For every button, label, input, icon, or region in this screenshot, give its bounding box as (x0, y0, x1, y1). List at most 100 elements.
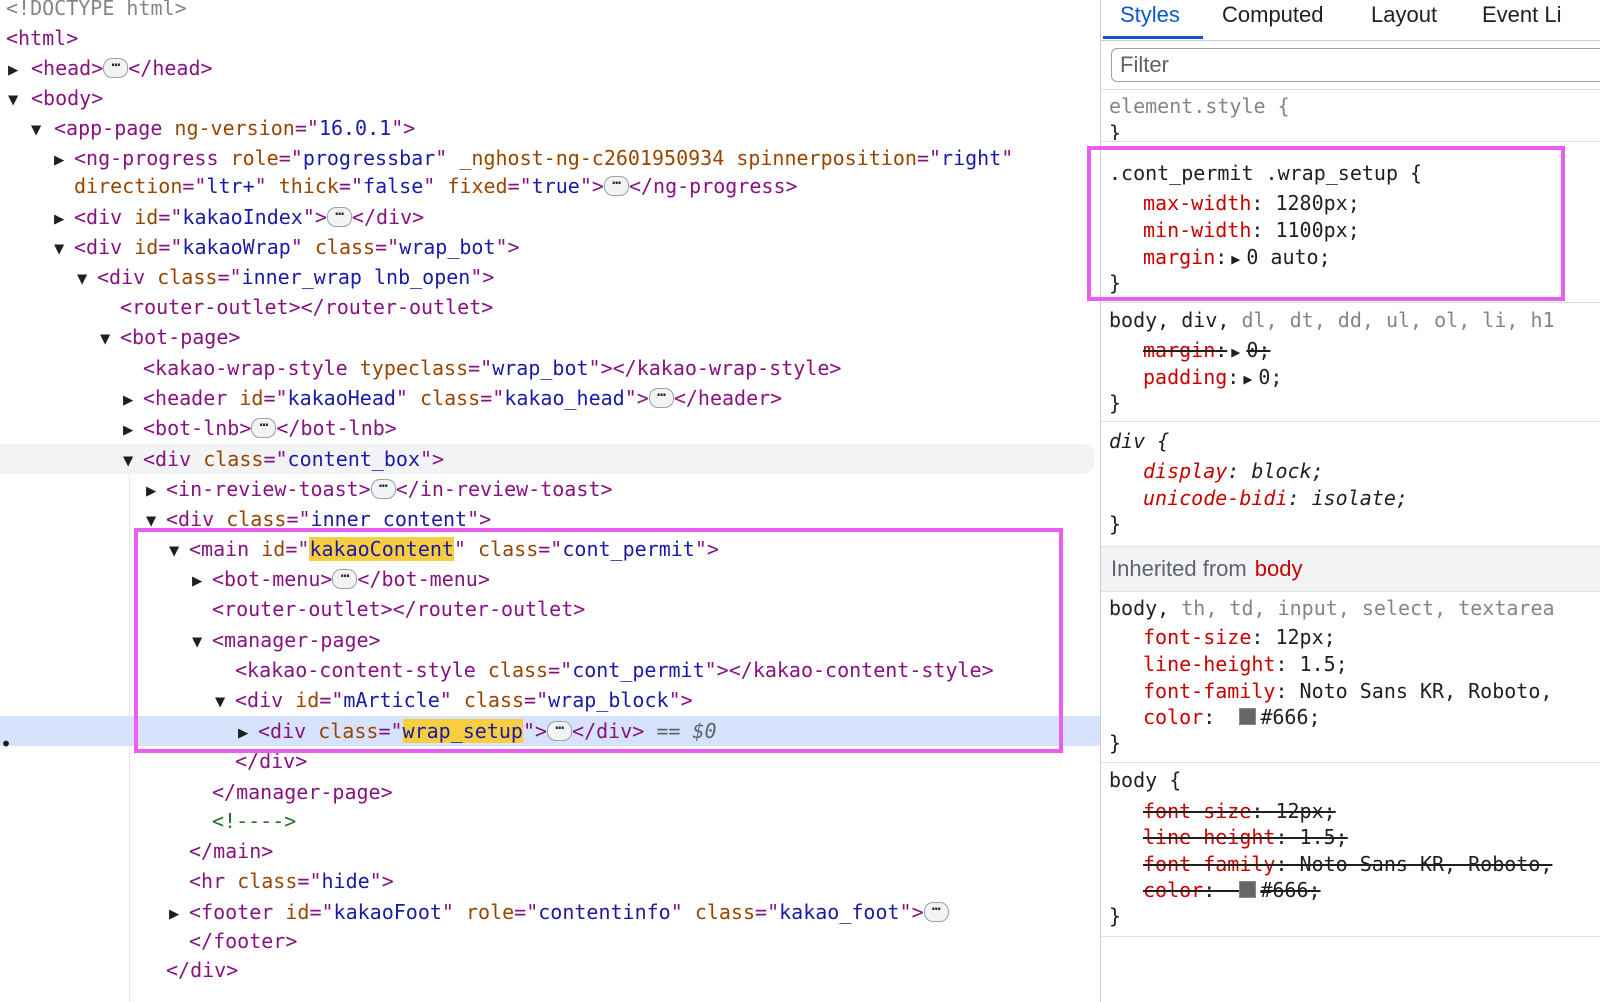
color-swatch-icon[interactable] (1239, 881, 1257, 898)
prop-display[interactable]: display: block; (1109, 458, 1324, 484)
collapse-triangle-icon[interactable]: ▼ (123, 446, 143, 476)
prop-font-family[interactable]: font-family: Noto Sans KR, Roboto, (1109, 678, 1552, 704)
prop-value[interactable]: 12px; (1275, 625, 1335, 649)
collapsed-ellipsis-icon[interactable]: ⋯ (370, 478, 396, 499)
rule-cont-permit-selector[interactable]: .cont_permit .wrap_setup { (1109, 160, 1422, 186)
tree-row-kakao-content-style[interactable]: <kakao-content-style class="cont_permit"… (0, 655, 1100, 685)
tree-row-kakao-wrap[interactable]: ▼ <div id="kakaoWrap" class="wrap_bot"> (0, 232, 1100, 262)
rule-body-inputs-selector[interactable]: body, th, td, input, select, textarea (1109, 595, 1555, 621)
collapse-triangle-icon[interactable]: ▼ (31, 115, 54, 145)
prop-font-size[interactable]: font-size: 12px; (1109, 624, 1336, 650)
tree-row-bot-menu[interactable]: ▶ <bot-menu> ⋯ </bot-menu> (0, 564, 1100, 594)
tree-row-close-footer[interactable]: </footer> (0, 926, 1100, 956)
prop-margin[interactable]: margin: ▶ 0 auto; (1109, 244, 1331, 270)
prop-margin-overridden[interactable]: margin: ▶ 0; (1109, 337, 1270, 363)
tree-row-bot-page[interactable]: ▼ <bot-page> (0, 322, 1100, 352)
prop-value[interactable]: Noto Sans KR, Roboto, (1300, 852, 1553, 876)
prop-value[interactable]: 1.5; (1300, 825, 1348, 849)
tree-row-comment[interactable]: <!----> (0, 806, 1100, 836)
tree-row-in-review-toast[interactable]: ▶ <in-review-toast> ⋯ </in-review-toast> (0, 474, 1100, 504)
tree-row-doctype[interactable]: <!DOCTYPE html> (0, 0, 1100, 23)
inherited-element-link[interactable]: body (1255, 556, 1303, 581)
prop-padding[interactable]: padding: ▶ 0; (1109, 364, 1282, 390)
expand-triangle-icon[interactable]: ▶ (192, 566, 212, 596)
expand-triangle-icon[interactable]: ▶ (238, 718, 258, 748)
expand-shorthand-icon[interactable]: ▶ (1243, 366, 1252, 392)
prop-value[interactable]: 1.5; (1300, 652, 1348, 676)
tree-row-ng-progress[interactable]: ▶ <ng-progress role="progressbar" _nghost… (0, 143, 1100, 173)
tree-row-inner-wrap[interactable]: ▼ <div class="inner_wrap lnb_open"> (0, 262, 1100, 292)
tree-row-router-outlet[interactable]: <router-outlet></router-outlet> (0, 292, 1100, 322)
collapse-triangle-icon[interactable]: ▼ (192, 627, 212, 657)
prop-value[interactable]: Noto Sans KR, Roboto, (1300, 679, 1553, 703)
tree-row-ng-progress-cont[interactable]: direction="ltr+" thick="false" fixed="tr… (0, 171, 1100, 201)
tree-row-close-div-2[interactable]: </div> (0, 955, 1100, 985)
expand-triangle-icon[interactable]: ▶ (54, 204, 74, 234)
prop-font-size-overridden[interactable]: font-size: 12px; (1109, 798, 1336, 824)
expand-triangle-icon[interactable]: ▶ (169, 899, 189, 929)
prop-unicode-bidi[interactable]: unicode-bidi: isolate; (1109, 485, 1408, 511)
collapsed-ellipsis-icon[interactable]: ⋯ (332, 568, 358, 589)
prop-value[interactable]: 1100px; (1275, 218, 1359, 242)
prop-line-height-overridden[interactable]: line-height: 1.5; (1109, 824, 1348, 850)
tree-row-head[interactable]: ▶ <head> ⋯ </head> (0, 53, 1100, 83)
tree-row-app-page[interactable]: ▼ <app-page ng-version="16.0.1"> (0, 113, 1100, 143)
collapsed-ellipsis-icon[interactable]: ⋯ (326, 206, 352, 227)
tree-row-close-main[interactable]: </main> (0, 836, 1100, 866)
expand-shorthand-icon[interactable]: ▶ (1231, 246, 1240, 272)
tree-row-content-box[interactable]: ▼ <div class="content_box"> (0, 444, 1094, 474)
collapse-triangle-icon[interactable]: ▼ (8, 85, 31, 115)
tree-row-wrap-setup-selected[interactable]: ▶ <div class="wrap_setup"> ⋯ </div> == $0 (0, 716, 1100, 746)
tree-row-hr[interactable]: <hr class="hide"> (0, 866, 1100, 896)
tab-styles[interactable]: Styles (1120, 0, 1180, 38)
tab-computed[interactable]: Computed (1222, 0, 1324, 38)
collapse-triangle-icon[interactable]: ▼ (77, 264, 97, 294)
tree-row-kakao-wrap-style[interactable]: <kakao-wrap-style typeclass="wrap_bot"><… (0, 353, 1100, 383)
prop-value[interactable]: 0; (1246, 338, 1270, 362)
collapse-triangle-icon[interactable]: ▼ (100, 324, 120, 354)
tree-row-main[interactable]: ▼ <main id="kakaoContent" class="cont_per… (0, 534, 1100, 564)
expand-shorthand-icon[interactable]: ▶ (1231, 339, 1240, 365)
expand-triangle-icon[interactable]: ▶ (123, 415, 143, 445)
prop-value[interactable]: 0 auto; (1246, 245, 1330, 269)
expand-triangle-icon[interactable]: ▶ (123, 385, 143, 415)
tree-row-body[interactable]: ▼ <body> (0, 83, 1100, 113)
prop-value[interactable]: 1280px; (1275, 191, 1359, 215)
color-swatch-icon[interactable] (1239, 708, 1257, 725)
collapsed-ellipsis-icon[interactable]: ⋯ (923, 901, 949, 922)
tab-event-listeners[interactable]: Event Li (1482, 0, 1562, 38)
collapsed-ellipsis-icon[interactable]: ⋯ (547, 720, 573, 741)
tree-row-manager-page[interactable]: ▼ <manager-page> (0, 625, 1100, 655)
tree-row-close-div[interactable]: </div> (0, 746, 1100, 776)
tree-row-header[interactable]: ▶ <header id="kakaoHead" class="kakao_hea… (0, 383, 1100, 413)
rule-element-style-selector[interactable]: element.style { (1109, 93, 1290, 119)
tree-row-m-article[interactable]: ▼ <div id="mArticle" class="wrap_block"> (0, 685, 1100, 715)
prop-min-width[interactable]: min-width: 1100px; (1109, 217, 1360, 243)
expand-triangle-icon[interactable]: ▶ (146, 476, 166, 506)
prop-value[interactable]: #666; (1260, 878, 1320, 902)
collapsed-ellipsis-icon[interactable]: ⋯ (648, 387, 674, 408)
collapsed-ellipsis-icon[interactable]: ⋯ (103, 57, 129, 78)
prop-font-family-overridden[interactable]: font-family: Noto Sans KR, Roboto, (1109, 851, 1552, 877)
tree-row-inner-content[interactable]: ▼ <div class="inner_content"> (0, 504, 1100, 534)
prop-value[interactable]: 12px; (1275, 799, 1335, 823)
styles-filter-input[interactable] (1111, 48, 1600, 82)
tree-row-kakao-index[interactable]: ▶ <div id="kakaoIndex"> ⋯ </div> (0, 202, 1100, 232)
rule-div-ua-selector[interactable]: div { (1109, 428, 1169, 454)
prop-color[interactable]: color: #666; (1109, 704, 1321, 730)
prop-max-width[interactable]: max-width: 1280px; (1109, 190, 1360, 216)
tree-row-router-outlet-2[interactable]: <router-outlet></router-outlet> (0, 594, 1100, 624)
tab-layout[interactable]: Layout (1371, 0, 1437, 38)
expand-triangle-icon[interactable]: ▶ (8, 55, 31, 85)
prop-value[interactable]: 0; (1258, 365, 1282, 389)
tree-row-close-manager-page[interactable]: </manager-page> (0, 777, 1100, 807)
collapse-triangle-icon[interactable]: ▼ (215, 687, 235, 717)
prop-color-overridden[interactable]: color: #666; (1109, 877, 1321, 903)
rule-body-reset-selector[interactable]: body, div, dl, dt, dd, ul, ol, li, h1 (1109, 307, 1555, 333)
tree-row-html[interactable]: <html> (0, 23, 1100, 53)
collapse-triangle-icon[interactable]: ▼ (169, 536, 189, 566)
rule-body-selector[interactable]: body { (1109, 767, 1181, 793)
collapsed-ellipsis-icon[interactable]: ⋯ (603, 175, 629, 196)
prop-line-height[interactable]: line-height: 1.5; (1109, 651, 1348, 677)
prop-value[interactable]: #666; (1260, 705, 1320, 729)
